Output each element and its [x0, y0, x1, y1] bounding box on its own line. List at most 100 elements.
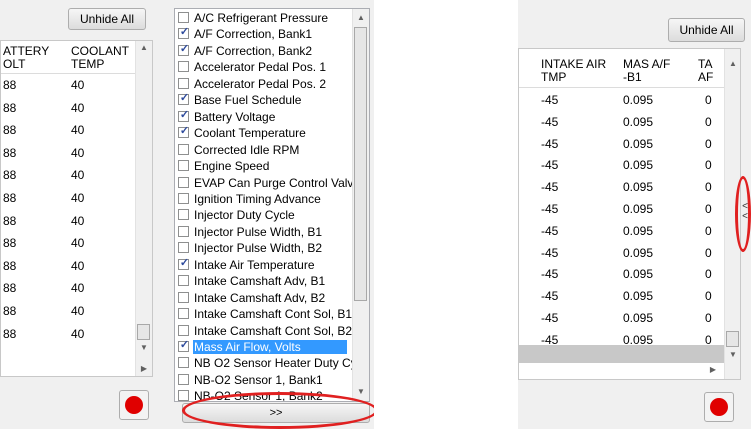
parameter-item[interactable]: Intake Camshaft Adv, B1: [175, 273, 353, 289]
table-row[interactable]: -45 0.095 0: [519, 221, 724, 243]
checkbox[interactable]: [178, 160, 189, 172]
parameter-item[interactable]: ✓ A/F Correction, Bank2: [175, 43, 353, 59]
checkbox[interactable]: [178, 176, 189, 188]
table-cell: -45: [541, 245, 559, 260]
record-button[interactable]: [704, 392, 734, 422]
table-row[interactable]: -45 0.095 0: [519, 308, 724, 330]
table-cell: 0: [705, 202, 712, 216]
table-row[interactable]: 88 40: [1, 278, 135, 300]
parameter-item[interactable]: ✓ Battery Voltage: [175, 109, 353, 125]
checkbox[interactable]: [178, 291, 189, 303]
parameter-item[interactable]: Intake Camshaft Cont Sol, B1: [175, 306, 353, 322]
table-row[interactable]: 88 40: [1, 211, 135, 233]
scroll-down-icon[interactable]: ▼: [725, 348, 740, 362]
table-row[interactable]: -45 0.095 0: [519, 155, 724, 177]
parameter-item[interactable]: ✓ Intake Air Temperature: [175, 257, 353, 273]
scroll-up-icon[interactable]: ▲: [353, 11, 369, 25]
scrollbar-thumb[interactable]: [726, 331, 739, 347]
scroll-up-icon[interactable]: ▲: [725, 57, 740, 71]
table-row[interactable]: 88 40: [1, 98, 135, 120]
list-vertical-scrollbar[interactable]: ▲ ▼: [352, 9, 369, 401]
checkbox[interactable]: ✓: [178, 92, 189, 106]
checkbox[interactable]: [178, 143, 189, 155]
table-row[interactable]: -45 0.095 0: [519, 264, 724, 286]
checkbox[interactable]: [178, 192, 189, 204]
checkbox[interactable]: ✓: [178, 26, 189, 40]
parameter-item[interactable]: ✓ Mass Air Flow, Volts: [175, 339, 353, 355]
parameter-item[interactable]: Injector Pulse Width, B1: [175, 224, 353, 240]
checkbox[interactable]: [178, 209, 189, 221]
parameter-item[interactable]: Intake Camshaft Adv, B2: [175, 290, 353, 306]
grid-vertical-scrollbar[interactable]: ▲ ▼ ▶: [135, 41, 152, 376]
parameter-item[interactable]: A/C Refrigerant Pressure: [175, 10, 353, 26]
parameter-item[interactable]: Intake Camshaft Cont Sol, B2: [175, 323, 353, 339]
unhide-all-button[interactable]: Unhide All: [68, 8, 146, 30]
checkbox[interactable]: [178, 242, 189, 254]
table-cell: 40: [71, 123, 85, 138]
checkbox[interactable]: [178, 308, 189, 320]
table-row[interactable]: 88 40: [1, 301, 135, 323]
table-row[interactable]: -45 0.095 0: [519, 177, 724, 199]
parameter-item[interactable]: ✓ Base Fuel Schedule: [175, 92, 353, 108]
checkbox[interactable]: ✓: [178, 125, 189, 139]
parameter-item[interactable]: ✓ Coolant Temperature: [175, 125, 353, 141]
table-cell: 40: [71, 326, 85, 341]
parameter-item[interactable]: Accelerator Pedal Pos. 1: [175, 59, 353, 75]
table-row[interactable]: -45 0.095 0: [519, 134, 724, 156]
table-row[interactable]: 88 40: [1, 233, 135, 255]
checkbox[interactable]: [178, 12, 189, 23]
checkbox[interactable]: [178, 61, 189, 73]
parameter-item[interactable]: Engine Speed: [175, 158, 353, 174]
scroll-up-icon[interactable]: ▲: [136, 41, 152, 55]
checkbox[interactable]: [178, 77, 189, 89]
parameter-item[interactable]: Injector Pulse Width, B2: [175, 240, 353, 256]
table-row[interactable]: -45 0.095 0: [519, 199, 724, 221]
checkbox[interactable]: [178, 357, 189, 369]
scroll-down-icon[interactable]: ▼: [353, 385, 369, 399]
table-row[interactable]: 88 40: [1, 188, 135, 210]
table-row[interactable]: -45 0.095 0: [519, 90, 724, 112]
column-header[interactable]: ATTERY OLT: [3, 45, 49, 71]
table-row[interactable]: -45 0.095 0: [519, 286, 724, 308]
scroll-down-icon[interactable]: ▼: [136, 341, 152, 355]
table-row[interactable]: 88 40: [1, 165, 135, 187]
scrollbar-thumb[interactable]: [354, 27, 367, 301]
parameter-list: A/C Refrigerant Pressure ✓ A/F Correction,…: [174, 8, 370, 402]
table-cell: 0.095: [623, 311, 654, 325]
checkbox[interactable]: ✓: [178, 339, 189, 352]
table-cell: -45: [541, 223, 559, 238]
checkbox[interactable]: [178, 324, 189, 336]
checkbox[interactable]: ✓: [178, 257, 189, 270]
parameter-item[interactable]: Injector Duty Cycle: [175, 207, 353, 223]
record-button[interactable]: [119, 390, 149, 420]
column-header[interactable]: MAS A/F -B1: [623, 58, 670, 84]
table-row[interactable]: 88 40: [1, 324, 135, 346]
table-row[interactable]: -45 0.095 0: [519, 112, 724, 134]
checkbox[interactable]: ✓: [178, 43, 189, 56]
parameter-item[interactable]: Accelerator Pedal Pos. 2: [175, 76, 353, 92]
scroll-right-icon[interactable]: ▶: [705, 363, 721, 377]
parameter-item[interactable]: Ignition Timing Advance: [175, 191, 353, 207]
column-header[interactable]: COOLANT TEMP: [71, 45, 129, 71]
scroll-right-icon[interactable]: ▶: [136, 362, 152, 376]
table-row[interactable]: 88 40: [1, 120, 135, 142]
checkbox[interactable]: [178, 275, 189, 287]
checkbox[interactable]: ✓: [178, 109, 189, 122]
parameter-item[interactable]: ✓ A/F Correction, Bank1: [175, 26, 353, 42]
table-cell: 88: [3, 304, 17, 318]
parameter-item[interactable]: NB O2 Sensor Heater Duty Cyc: [175, 355, 363, 371]
table-row[interactable]: 88 40: [1, 256, 135, 278]
parameter-item[interactable]: EVAP Can Purge Control Valve: [175, 175, 360, 191]
unhide-all-button[interactable]: Unhide All: [668, 18, 745, 42]
column-header[interactable]: TA AF: [698, 58, 713, 84]
parameter-item[interactable]: NB-O2 Sensor 1, Bank1: [175, 372, 353, 388]
table-row[interactable]: 88 40: [1, 75, 135, 97]
table-row[interactable]: -45 0.095 0: [519, 243, 724, 265]
table-row[interactable]: 88 40: [1, 143, 135, 165]
checkbox[interactable]: [178, 390, 189, 401]
scrollbar-thumb[interactable]: [137, 324, 150, 340]
checkbox[interactable]: [178, 373, 189, 385]
checkbox[interactable]: [178, 225, 189, 237]
column-header[interactable]: INTAKE AIR TMP: [541, 58, 606, 84]
parameter-item[interactable]: Corrected Idle RPM: [175, 142, 353, 158]
